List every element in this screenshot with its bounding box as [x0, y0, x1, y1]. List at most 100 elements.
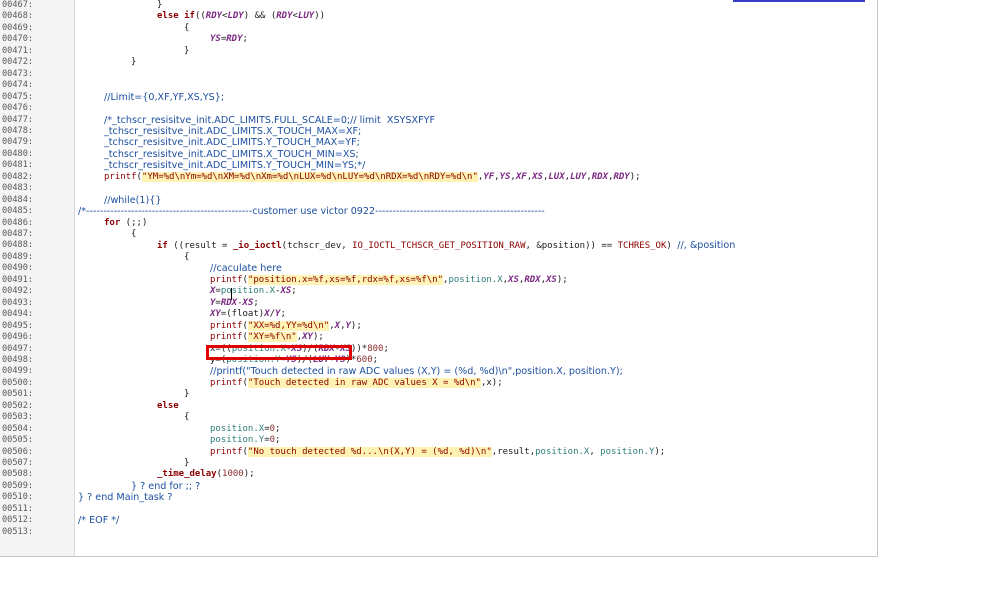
code-token: ); [556, 274, 568, 285]
line-number: 00476: [2, 103, 34, 114]
code-token: RDX [524, 274, 541, 285]
code-token: ; [280, 309, 286, 320]
line-number: 00479: [2, 137, 34, 148]
code-text: else if((RDY<LDY) && (RDY<LUY)) [157, 11, 325, 22]
code-line[interactable]: 00477: /*_tchscr_resisitve_init.ADC_LIMIT… [0, 115, 877, 126]
code-line[interactable]: 00467:} [0, 0, 877, 11]
code-token: XS [242, 297, 254, 308]
code-line[interactable]: 00497: x=((position.X-XS)/(RDX-XS))*800; [0, 344, 877, 355]
code-token: YS [210, 34, 221, 45]
code-token: XY [210, 309, 221, 320]
line-number: 00475: [2, 91, 34, 102]
code-token: XS [546, 274, 557, 285]
code-line[interactable]: 00479: _tchscr_resisitve_init.ADC_LIMITS.… [0, 137, 877, 148]
code-token: ); [350, 320, 362, 331]
code-text: } [184, 46, 189, 57]
code-token: } [184, 458, 190, 468]
code-line[interactable]: 00493: Y=RDX-XS; [0, 298, 877, 309]
code-line[interactable]: 00474: [0, 80, 877, 91]
code-text: else [157, 401, 179, 412]
code-editor[interactable]: 00467:} 00468: else if((RDY<LDY) && (RDY<L… [0, 0, 878, 557]
line-number: 00497: [2, 343, 34, 354]
code-line[interactable]: 00469: { [0, 23, 877, 34]
line-number: 00478: [2, 125, 34, 136]
code-line[interactable]: 00498: y=(position.Y-YS)/(LUY-YS)*600; [0, 355, 877, 366]
code-line[interactable]: 00470: YS=RDY; [0, 34, 877, 45]
line-number: 00481: [2, 160, 34, 171]
code-token: "YM=%d\nYm=%d\nXM=%d\nXm=%d\nLUX=%d\nLUY… [141, 171, 478, 182]
code-line[interactable]: 00512: /* EOF */ [0, 515, 877, 526]
code-line[interactable]: 00472:} [0, 57, 877, 68]
code-line[interactable]: 00513: [0, 527, 877, 538]
code-text: } [131, 57, 136, 68]
code-line[interactable]: 00480: _tchscr_resisitve_init.ADC_LIMITS.… [0, 149, 877, 160]
code-token: )) [314, 11, 326, 22]
line-number: 00489: [2, 251, 34, 262]
code-line[interactable]: 00482: printf("YM=%d\nYm=%d\nXM=%d\nXm=%d… [0, 171, 877, 183]
line-number: 00473: [2, 68, 34, 79]
code-line[interactable]: 00488: if ((result = _io_ioctl(tchscr_dev… [0, 240, 877, 251]
code-token: printf [210, 320, 243, 331]
code-line[interactable]: 00481: _tchscr_resisitve_init.ADC_LIMITS.… [0, 160, 877, 171]
code-line[interactable]: 00492: X=position.X-XS; [0, 286, 877, 297]
code-line[interactable]: 00471:} [0, 46, 877, 57]
code-line[interactable]: 00484: //while(1){} [0, 195, 877, 206]
code-line[interactable]: 00495: printf("XX=%d,YY=%d\n",X,Y); [0, 320, 877, 332]
code-line[interactable]: 00505: position.Y=0; [0, 435, 877, 446]
code-token: ; [291, 286, 297, 297]
code-token: position.X [448, 274, 503, 285]
code-line[interactable]: 00489: { [0, 252, 877, 263]
code-line[interactable]: 00487: { [0, 229, 877, 240]
code-line[interactable]: 00503: { [0, 412, 877, 423]
code-line[interactable]: 00491: printf("position.x=%f,xs=%f,rdx=%f… [0, 274, 877, 286]
code-line[interactable]: 00500: printf("Touch detected in raw ADC … [0, 377, 877, 389]
code-line[interactable]: 00490: //caculate here [0, 263, 877, 274]
code-line[interactable]: 00502: else [0, 401, 877, 412]
code-line[interactable]: 00496: printf("XY=%f\n",XY); [0, 332, 877, 343]
code-token: (tchscr_dev, [281, 241, 353, 252]
line-number: 00513: [2, 526, 34, 537]
code-line[interactable]: 00476: [0, 103, 877, 114]
code-token: ,x); [480, 377, 503, 388]
code-line[interactable]: 00504: position.X=0; [0, 424, 877, 435]
code-token: position.X [220, 286, 276, 297]
code-line[interactable]: 00508: _time_delay(1000); [0, 469, 877, 480]
code-token: RDY [205, 11, 223, 22]
code-line[interactable]: 00475: //Limit={0,XF,YF,XS,YS}; [0, 92, 877, 103]
code-line[interactable]: 00483: [0, 183, 877, 194]
code-token: } [184, 389, 190, 400]
code-line[interactable]: 00510:} ? end Main_task ? [0, 492, 877, 503]
code-token: ; [275, 435, 281, 446]
line-number: 00501: [2, 389, 34, 400]
code-line[interactable]: 00501:} [0, 389, 877, 400]
code-token: ) && ( [243, 11, 277, 22]
code-line[interactable]: 00494: XY=(float)X/Y; [0, 309, 877, 320]
code-line[interactable]: 00507:} [0, 458, 877, 469]
code-token: //printf("Touch detected in raw ADC valu… [210, 366, 623, 378]
code-token: ; [242, 34, 248, 45]
highlight-annotation-box [206, 345, 352, 360]
line-number: 00498: [2, 354, 34, 365]
code-token: position.X [210, 423, 265, 434]
code-line[interactable]: 00473: [0, 69, 877, 80]
code-line[interactable]: 00511: [0, 504, 877, 515]
code-token: //Limit={0,XF,YF,XS,YS}; [104, 91, 225, 103]
code-token: LUX [548, 171, 565, 182]
code-token: printf [210, 377, 243, 388]
line-number: 00488: [2, 240, 34, 251]
code-line[interactable]: 00506: printf("No touch detected %d...\n(… [0, 446, 877, 458]
code-text: printf("Touch detected in raw ADC values… [210, 377, 503, 389]
code-line[interactable]: 00486: for (;;) [0, 218, 877, 229]
code-text: printf("No touch detected %d...\n(X,Y) =… [210, 446, 665, 458]
code-line[interactable]: 00485: /*--------------------------------… [0, 206, 877, 217]
line-number: 00480: [2, 148, 34, 159]
code-token: YF [483, 171, 495, 182]
code-token: "No touch detected %d...\n(X,Y) = (%d, %… [247, 446, 492, 457]
code-token: printf [210, 446, 243, 457]
code-line[interactable]: 00499: //printf("Touch detected in raw AD… [0, 366, 877, 377]
code-line[interactable]: 00468: else if((RDY<LDY) && (RDY<LUY)) [0, 11, 877, 22]
code-line[interactable]: 00509:} ? end for ;; ? [0, 481, 877, 492]
code-token: LDY [227, 11, 244, 22]
code-token: ((result = [167, 241, 233, 252]
code-line[interactable]: 00478: _tchscr_resisitve_init.ADC_LIMITS.… [0, 126, 877, 137]
